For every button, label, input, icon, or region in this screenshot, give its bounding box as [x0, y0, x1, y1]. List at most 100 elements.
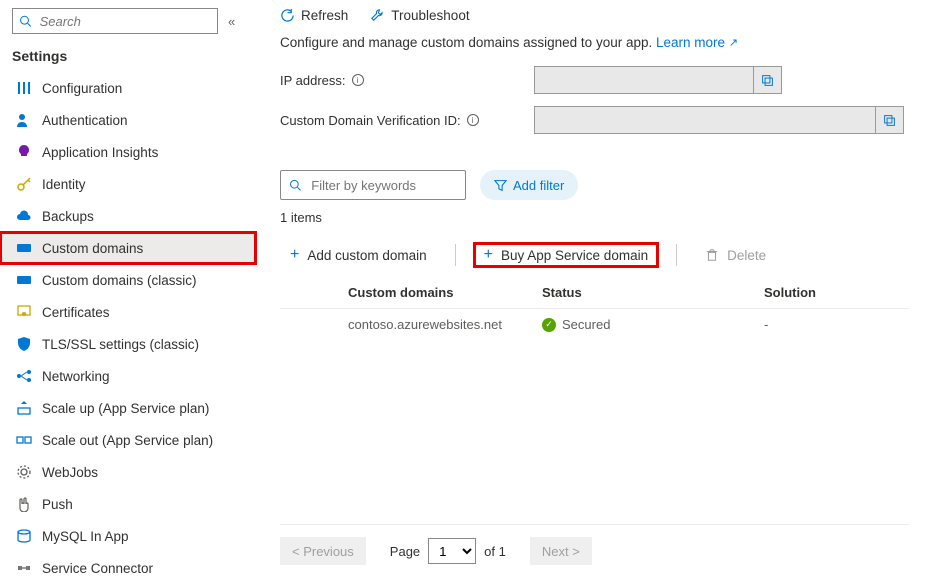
sidebar-item-label: Application Insights — [42, 145, 158, 160]
sidebar-item-configuration[interactable]: Configuration — [0, 72, 256, 104]
sidebar-item-label: Backups — [42, 209, 94, 224]
sidebar-item-label: Authentication — [42, 113, 128, 128]
page-label: Page — [390, 544, 420, 559]
sidebar-item-label: Networking — [42, 369, 110, 384]
domains-table: Custom domains Status Solution contoso.a… — [280, 277, 909, 340]
table-row[interactable]: contoso.azurewebsites.net✓Secured- — [280, 309, 909, 340]
status-cell: ✓Secured — [542, 317, 764, 332]
copy-icon — [761, 74, 774, 87]
page-of-label: of 1 — [484, 544, 506, 559]
sidebar-item-label: Custom domains (classic) — [42, 273, 197, 288]
sidebar-item-label: Service Connector — [42, 561, 153, 576]
paginator: < Previous Page 1 of 1 Next > — [280, 524, 909, 579]
search-icon — [289, 178, 301, 192]
trash-icon — [705, 248, 719, 262]
sidebar-item-label: Push — [42, 497, 73, 512]
status-column-header[interactable]: Status — [542, 285, 764, 300]
solution-column-header[interactable]: Solution — [764, 285, 909, 300]
description: Configure and manage custom domains assi… — [280, 35, 909, 50]
add-custom-domain-button[interactable]: + Add custom domain — [280, 243, 437, 267]
refresh-button[interactable]: Refresh — [280, 8, 348, 23]
wrench-icon — [370, 8, 385, 23]
search-icon — [19, 14, 32, 28]
sidebar-section-header: Settings — [0, 44, 256, 72]
refresh-icon — [280, 8, 295, 23]
sidebar-item-push[interactable]: Push — [0, 488, 256, 520]
plus-icon: + — [290, 247, 299, 263]
copy-button[interactable] — [753, 66, 781, 94]
sliders-icon — [16, 80, 32, 96]
sidebar-item-backups[interactable]: Backups — [0, 200, 256, 232]
delete-button: Delete — [695, 244, 776, 267]
sidebar-item-label: Identity — [42, 177, 86, 192]
page-select[interactable]: 1 — [428, 538, 476, 564]
buy-app-service-domain-button[interactable]: + Buy App Service domain — [474, 243, 658, 267]
ip-address-value — [534, 66, 782, 94]
sidebar-item-scale-up-app-service-plan-[interactable]: Scale up (App Service plan) — [0, 392, 256, 424]
info-icon[interactable]: i — [467, 114, 479, 126]
sidebar-item-networking[interactable]: Networking — [0, 360, 256, 392]
sidebar-item-label: TLS/SSL settings (classic) — [42, 337, 199, 352]
person-key-icon — [16, 112, 32, 128]
filter-icon — [494, 179, 507, 192]
domain-tag-icon — [16, 240, 32, 256]
copy-button[interactable] — [875, 106, 903, 134]
search-input-wrapper[interactable] — [12, 8, 218, 34]
sidebar-item-service-connector[interactable]: Service Connector — [0, 552, 256, 584]
filter-input[interactable] — [309, 177, 457, 194]
scale-out-icon — [16, 432, 32, 448]
learn-more-link[interactable]: Learn more ↗ — [656, 35, 738, 50]
sidebar-item-authentication[interactable]: Authentication — [0, 104, 256, 136]
lightbulb-icon — [16, 144, 32, 160]
previous-page-button: < Previous — [280, 537, 366, 565]
database-icon — [16, 528, 32, 544]
sidebar-item-certificates[interactable]: Certificates — [0, 296, 256, 328]
domain-column-header[interactable]: Custom domains — [348, 285, 542, 300]
table-header: Custom domains Status Solution — [280, 277, 909, 309]
verification-id-label: Custom Domain Verification ID: — [280, 113, 461, 128]
info-icon[interactable]: i — [352, 74, 364, 86]
troubleshoot-button[interactable]: Troubleshoot — [370, 8, 469, 23]
ip-address-label: IP address: — [280, 73, 346, 88]
scale-up-icon — [16, 400, 32, 416]
next-page-button: Next > — [530, 537, 592, 565]
hand-icon — [16, 496, 32, 512]
sidebar-item-label: Certificates — [42, 305, 110, 320]
external-link-icon: ↗ — [729, 37, 738, 49]
solution-cell: - — [764, 317, 909, 332]
check-icon: ✓ — [542, 318, 556, 332]
sidebar-item-scale-out-app-service-plan-[interactable]: Scale out (App Service plan) — [0, 424, 256, 456]
sidebar-item-application-insights[interactable]: Application Insights — [0, 136, 256, 168]
plus-icon: + — [484, 247, 493, 263]
sidebar-item-label: Scale up (App Service plan) — [42, 401, 209, 416]
search-input[interactable] — [38, 13, 211, 30]
sidebar-item-custom-domains[interactable]: Custom domains — [0, 232, 256, 264]
sidebar-item-identity[interactable]: Identity — [0, 168, 256, 200]
certificate-icon — [16, 304, 32, 320]
item-count: 1 items — [280, 210, 909, 225]
shield-icon — [16, 336, 32, 352]
collapse-sidebar-button[interactable]: « — [224, 14, 239, 29]
sidebar-item-webjobs[interactable]: WebJobs — [0, 456, 256, 488]
key-icon — [16, 176, 32, 192]
sidebar-item-label: Scale out (App Service plan) — [42, 433, 213, 448]
gear-icon — [16, 464, 32, 480]
verification-id-value — [534, 106, 904, 134]
copy-icon — [883, 114, 896, 127]
network-icon — [16, 368, 32, 384]
sidebar-item-label: WebJobs — [42, 465, 98, 480]
sidebar-item-label: Configuration — [42, 81, 122, 96]
main-panel: Refresh Troubleshoot Configure and manag… — [256, 0, 933, 579]
sidebar-item-tls-ssl-settings-classic-[interactable]: TLS/SSL settings (classic) — [0, 328, 256, 360]
sidebar: « Settings Configuration Authentication Ap… — [0, 0, 256, 579]
cloud-icon — [16, 208, 32, 224]
sidebar-item-mysql-in-app[interactable]: MySQL In App — [0, 520, 256, 552]
sidebar-item-custom-domains-classic-[interactable]: Custom domains (classic) — [0, 264, 256, 296]
domain-tag-icon — [16, 272, 32, 288]
filter-input-wrapper[interactable] — [280, 170, 466, 200]
sidebar-item-label: MySQL In App — [42, 529, 129, 544]
domain-cell: contoso.azurewebsites.net — [348, 317, 542, 332]
add-filter-button[interactable]: Add filter — [480, 170, 578, 200]
connector-icon — [16, 560, 32, 576]
sidebar-item-label: Custom domains — [42, 241, 143, 256]
